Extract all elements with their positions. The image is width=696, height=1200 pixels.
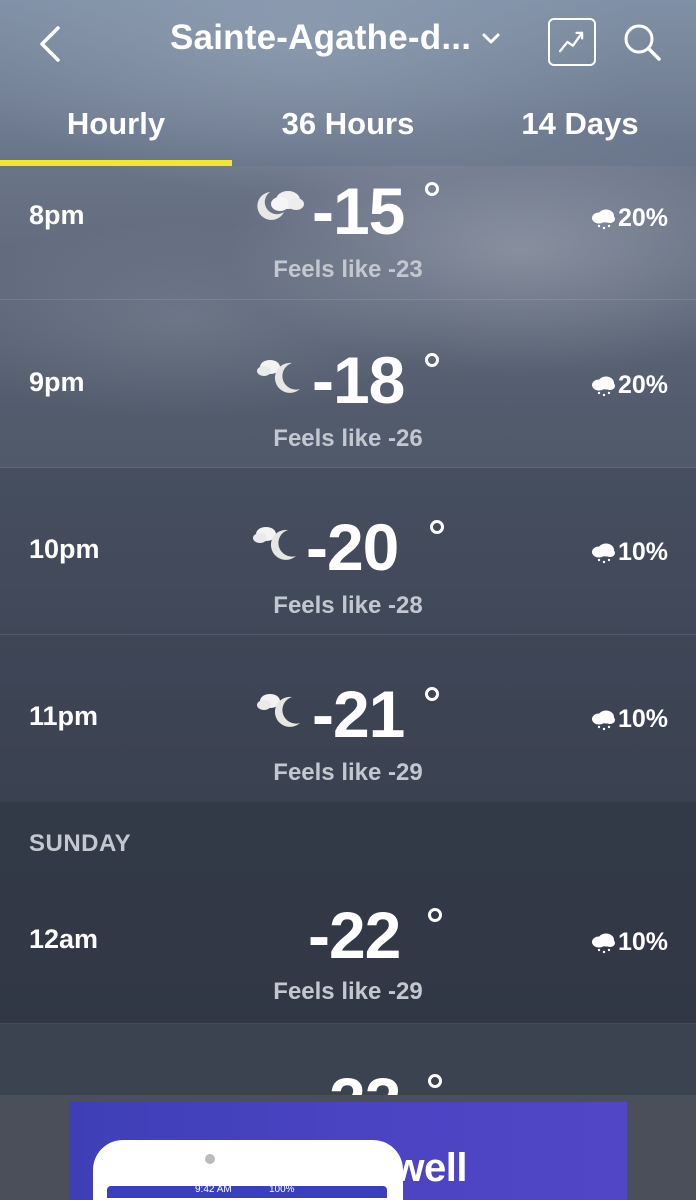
tab-14-days[interactable]: 14 Days <box>464 100 696 166</box>
moon-icon <box>266 912 294 944</box>
snow-cloud-icon <box>591 376 615 396</box>
hourly-list: 8pm -15 Feels like -23 20% <box>0 166 696 300</box>
tab-hourly[interactable]: Hourly <box>0 100 232 166</box>
trend-chart-icon <box>558 31 584 53</box>
chevron-down-icon <box>482 33 500 44</box>
temperature: -22 <box>308 1066 401 1095</box>
snow-cloud-icon <box>591 209 615 229</box>
forecast-tabs: Hourly 36 Hours 14 Days <box>0 100 696 166</box>
snow-cloud-icon <box>591 543 615 563</box>
city-name: Sainte-Agathe-d... <box>170 18 472 57</box>
precip-chance: 10% <box>590 538 668 567</box>
degree-symbol <box>428 908 442 922</box>
precip-chance: 10% <box>590 705 668 734</box>
hour-row[interactable]: 10pm -20 Feels like -28 10% <box>0 468 696 635</box>
snow-cloud-icon <box>591 933 615 953</box>
tab-36-hours[interactable]: 36 Hours <box>232 100 464 166</box>
cloud-moon-icon <box>257 191 304 220</box>
precip-value: 20% <box>617 371 668 399</box>
day-separator: SUNDAY <box>0 802 696 866</box>
phone-time: 9:42 AM <box>195 1184 232 1195</box>
cloud-moon-icon <box>253 527 296 560</box>
hour-row[interactable]: 11pm -21 Feels like -29 10% <box>0 635 696 802</box>
temperature: -21 <box>312 677 405 751</box>
hour-time: 8pm <box>29 200 85 230</box>
moon-icon <box>266 1080 274 1095</box>
feels-like: Feels like -29 <box>273 978 423 1005</box>
hour-time: 10pm <box>29 534 100 564</box>
degree-symbol <box>425 687 439 701</box>
feels-like: Feels like -29 <box>273 759 423 786</box>
precip-chance: 20% <box>590 204 668 233</box>
precip-chance: 10% <box>590 928 668 957</box>
ad-banner[interactable]: 9:42 AM 100% Borrowell <box>69 1102 627 1200</box>
hour-row[interactable]: 8pm -15 Feels like -23 20% <box>0 166 696 300</box>
feels-like: Feels like -23 <box>273 256 423 283</box>
ad-area: 9:42 AM 100% Borrowell <box>0 1095 696 1200</box>
feels-like: Feels like -26 <box>273 425 423 452</box>
degree-symbol <box>428 1074 442 1088</box>
temperature: -22 <box>308 898 401 972</box>
degree-symbol <box>430 520 444 534</box>
degree-symbol <box>425 353 439 367</box>
hour-row-partial[interactable]: -22 <box>0 1024 696 1095</box>
temperature: -18 <box>312 343 405 417</box>
day-label: SUNDAY <box>29 830 132 857</box>
ad-brand: Borrowell <box>287 1146 467 1190</box>
temperature: -15 <box>312 174 405 248</box>
cloud-moon-icon <box>257 694 300 727</box>
precip-value: 10% <box>617 705 668 733</box>
search-icon[interactable] <box>620 20 664 64</box>
degree-symbol <box>425 182 439 196</box>
phone-camera-dot <box>205 1154 215 1164</box>
snow-cloud-icon <box>591 710 615 730</box>
feels-like: Feels like -28 <box>273 592 423 619</box>
hour-time: 11pm <box>29 701 99 731</box>
trend-chart-button[interactable] <box>548 18 596 66</box>
back-chevron-icon[interactable] <box>30 22 74 66</box>
hour-time: 12am <box>29 924 99 954</box>
hour-row[interactable]: 12am -22 Feels like -29 10% <box>0 866 696 1024</box>
hour-row[interactable]: 9pm -18 Feels like -26 20% <box>0 301 696 468</box>
precip-value: 20% <box>617 204 668 232</box>
precip-value: 10% <box>617 538 668 566</box>
hour-time: 9pm <box>29 367 85 397</box>
header: Sainte-Agathe-d... Hourly 36 Hours 14 Da… <box>0 0 696 166</box>
cloud-moon-icon <box>257 360 300 393</box>
precip-chance: 20% <box>590 371 668 400</box>
temperature: -20 <box>306 510 399 584</box>
precip-value: 10% <box>617 928 668 956</box>
location-selector[interactable]: Sainte-Agathe-d... <box>170 14 501 62</box>
